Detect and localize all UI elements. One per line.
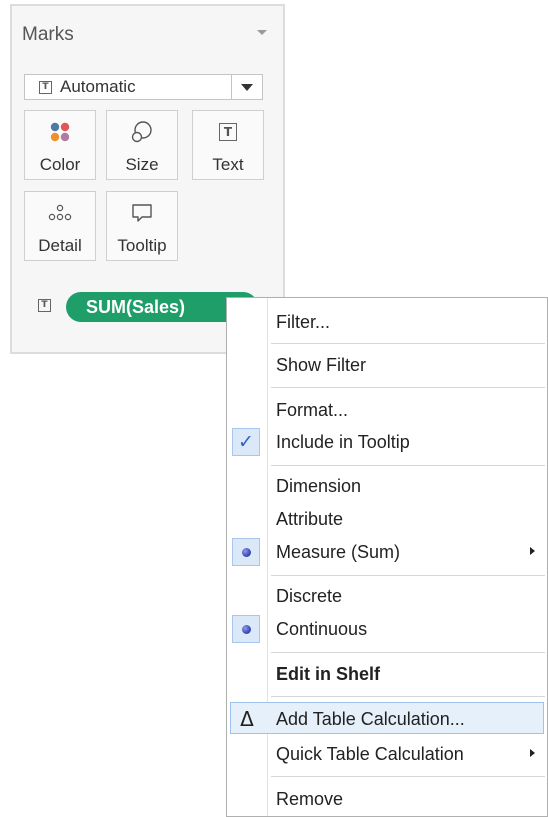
detail-dots-icon — [48, 204, 72, 221]
menu-item-add-table-calculation[interactable]: Δ Add Table Calculation... — [230, 702, 544, 734]
marks-menu-caret-icon[interactable] — [257, 30, 267, 35]
delta-glyph: Δ — [240, 707, 254, 731]
menu-item-label: Show Filter — [276, 355, 367, 375]
detail-button[interactable]: Detail — [24, 191, 96, 261]
text-mark-icon: T — [39, 80, 52, 94]
context-menu: Filter... Show Filter Format... ✓ Includ… — [226, 297, 548, 817]
menu-separator — [271, 776, 545, 777]
text-button-label: Text — [212, 155, 244, 174]
text-encoding-icon[interactable]: T — [38, 299, 51, 312]
menu-item-label: Quick Table Calculation — [276, 744, 464, 764]
checkmark-glyph: ✓ — [238, 431, 254, 453]
menu-separator — [271, 652, 545, 653]
delta-icon: Δ — [233, 705, 261, 733]
tooltip-button-label: Tooltip — [117, 236, 167, 255]
size-button[interactable]: Size — [106, 110, 178, 180]
menu-item-continuous[interactable]: Continuous — [227, 613, 547, 645]
pill-label: SUM(Sales) — [86, 297, 186, 317]
menu-item-label: Add Table Calculation... — [276, 709, 465, 729]
submenu-arrow-icon — [530, 547, 535, 555]
chevron-down-icon — [241, 83, 253, 91]
text-icon: T — [219, 123, 237, 141]
menu-item-label: Edit in Shelf — [276, 664, 381, 684]
menu-separator — [271, 696, 545, 697]
marks-header: Marks — [22, 24, 273, 48]
menu-item-discrete[interactable]: Discrete — [227, 580, 547, 612]
menu-item-dimension[interactable]: Dimension — [227, 470, 547, 502]
radio-selected-icon — [232, 615, 260, 643]
menu-item-label: Remove — [276, 789, 344, 809]
tooltip-icon — [132, 204, 152, 222]
menu-item-filter[interactable]: Filter... — [227, 306, 547, 338]
menu-separator — [271, 465, 545, 466]
menu-item-quick-table-calculation[interactable]: Quick Table Calculation — [227, 738, 547, 770]
menu-item-label: Measure (Sum) — [276, 542, 401, 562]
menu-item-label: Discrete — [276, 586, 343, 606]
tooltip-button[interactable]: Tooltip — [106, 191, 178, 261]
menu-item-label: Attribute — [276, 509, 344, 529]
color-button[interactable]: Color — [24, 110, 96, 180]
menu-item-label: Dimension — [276, 476, 362, 496]
color-button-label: Color — [39, 155, 81, 174]
mark-type-label: Automatic — [60, 77, 136, 96]
checkmark-icon: ✓ — [232, 428, 260, 456]
detail-button-label: Detail — [38, 236, 82, 255]
mark-type-dropdown-button[interactable] — [231, 75, 262, 99]
menu-item-edit-in-shelf[interactable]: Edit in Shelf — [227, 658, 547, 690]
menu-separator — [271, 575, 545, 576]
submenu-arrow-icon — [530, 749, 535, 757]
color-dots-icon — [50, 122, 70, 142]
menu-item-format[interactable]: Format... — [227, 394, 547, 426]
marks-title: Marks — [22, 24, 74, 45]
menu-item-label: Format... — [276, 400, 349, 420]
size-button-label: Size — [125, 155, 159, 174]
menu-separator — [271, 343, 545, 344]
menu-item-include-in-tooltip[interactable]: ✓ Include in Tooltip — [227, 426, 547, 458]
size-icon — [131, 121, 152, 143]
menu-item-label: Continuous — [276, 619, 368, 639]
menu-item-label: Filter... — [276, 312, 331, 332]
menu-separator — [271, 387, 545, 388]
radio-selected-icon — [232, 538, 260, 566]
mark-type-select[interactable]: T Automatic — [24, 74, 263, 100]
menu-item-attribute[interactable]: Attribute — [227, 503, 547, 535]
menu-item-show-filter[interactable]: Show Filter — [227, 349, 547, 381]
menu-item-remove[interactable]: Remove — [227, 783, 547, 815]
menu-item-label: Include in Tooltip — [276, 432, 410, 452]
menu-item-measure-sum[interactable]: Measure (Sum) — [227, 536, 547, 568]
text-button[interactable]: T Text — [192, 110, 264, 180]
